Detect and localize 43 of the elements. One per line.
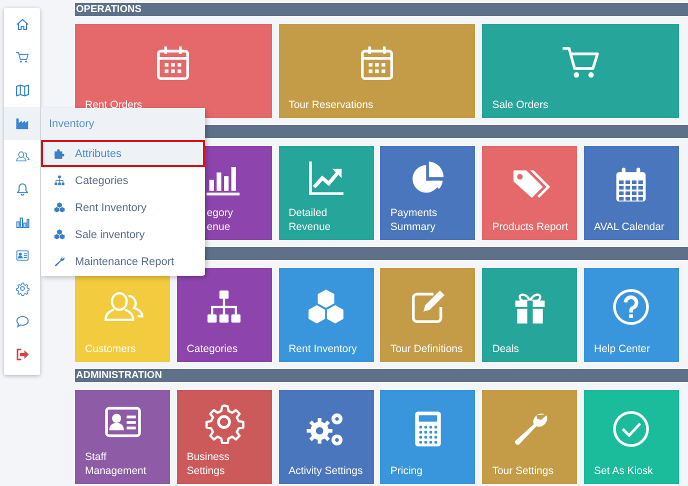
sidebar-item[interactable] (4, 107, 40, 140)
dashboard-tile[interactable]: Rent Inventory (278, 268, 374, 362)
menu-title: Inventory (48, 118, 94, 130)
section-title: ADMINISTRATION (75, 369, 162, 382)
dashboard-tile[interactable]: Detailed Revenue (278, 146, 374, 240)
dashboard-tile[interactable]: Business Settings (176, 390, 272, 484)
dashboard-tile[interactable]: Tour Settings (482, 390, 578, 484)
dashboard-tile[interactable]: Pricing (380, 390, 476, 484)
chat-icon (14, 314, 30, 329)
dashboard-tile[interactable]: Categories (176, 268, 272, 362)
hierarchy-icon (53, 174, 66, 187)
menu-item[interactable]: Rent Inventory (41, 194, 205, 221)
home-icon (14, 17, 30, 32)
dashboard-tile[interactable]: Set As Kiosk (584, 390, 679, 484)
sign-out-icon (14, 347, 30, 362)
settings-icon (14, 281, 30, 296)
dashboard-tile[interactable]: Help Center (584, 268, 679, 362)
users-icon (14, 149, 30, 164)
cart-icon (14, 50, 30, 65)
dashboard-tile[interactable]: Products Report (482, 146, 578, 240)
menu-item[interactable]: Maintenance Report (41, 248, 205, 275)
dashboard-tile[interactable]: Tour Reservations (278, 24, 476, 118)
map-icon (14, 83, 30, 98)
dashboard-tile[interactable]: Sale Orders (482, 24, 679, 118)
dashboard-tile[interactable]: Staff Management (75, 390, 170, 484)
cubes-icon (53, 228, 66, 241)
dashboard-tile[interactable]: Activity Settings (278, 390, 374, 484)
dashboard-tile[interactable]: Tour Definitions (380, 268, 476, 362)
id-card-icon (14, 248, 30, 263)
bell-icon (14, 182, 30, 197)
bar-chart-icon (14, 215, 30, 230)
factory-icon (14, 116, 30, 131)
section-title: OPERATIONS (75, 3, 142, 16)
menu-item[interactable]: Categories (41, 167, 205, 194)
cubes-icon (53, 201, 66, 214)
puzzle-icon (53, 147, 66, 160)
dashboard-tile[interactable]: Payments Summary (380, 146, 476, 240)
menu-item[interactable]: Sale inventory (41, 221, 205, 248)
dashboard-tile[interactable]: AVAL Calendar (584, 146, 679, 240)
menu-item[interactable]: Attributes (41, 140, 205, 167)
dashboard-tile[interactable]: Rent Orders (75, 24, 272, 118)
wrench-icon (53, 255, 66, 268)
dashboard-tile[interactable]: Deals (482, 268, 578, 362)
